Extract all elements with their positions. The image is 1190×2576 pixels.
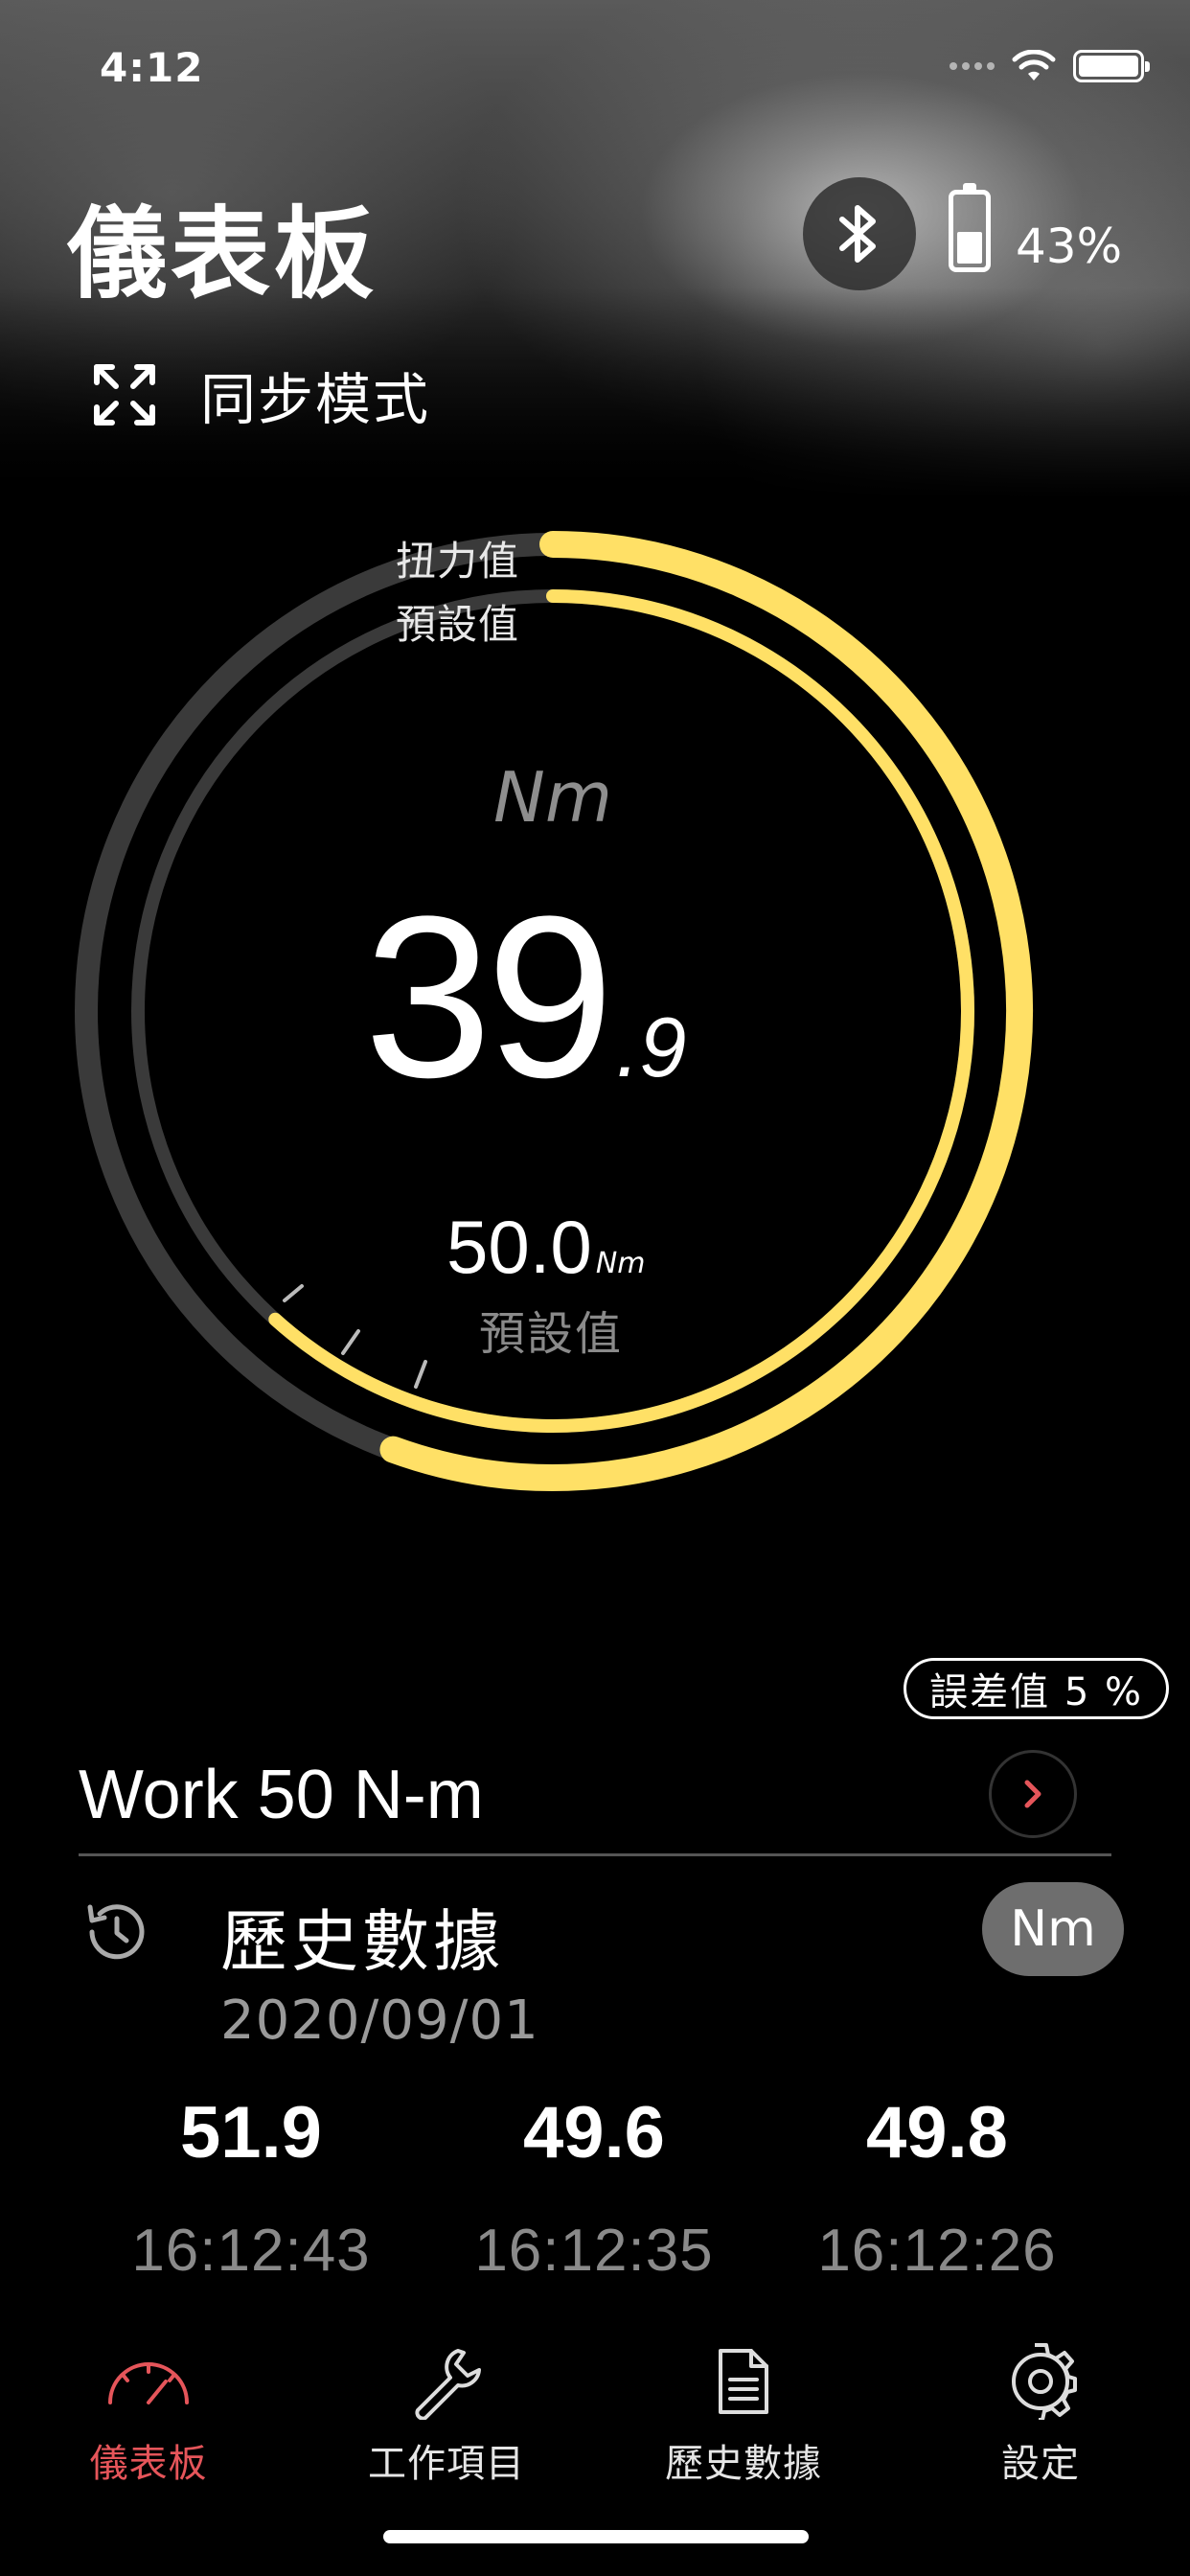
device-battery-icon	[949, 183, 991, 272]
gauge-unit: Nm	[493, 757, 612, 838]
reading-time: 16:12:26	[817, 2218, 1057, 2284]
preset-ring-label: 預設值	[395, 601, 519, 648]
history-date: 2020/09/01	[220, 1990, 539, 2052]
tab-work-items[interactable]: 工作項目	[322, 2338, 571, 2488]
gear-icon	[1012, 2343, 1077, 2420]
torque-reading-integer: 39	[364, 868, 614, 1125]
torque-ring-label: 扭力值	[395, 538, 519, 585]
reading-time: 16:12:43	[131, 2218, 371, 2284]
tab-dashboard[interactable]: 儀表板	[24, 2338, 273, 2488]
phone-battery-icon	[1073, 50, 1150, 82]
tab-label: 設定	[1001, 2442, 1080, 2486]
preset-reading: 50.0 Nm	[446, 1204, 645, 1291]
history-reading: 49.8 16:12:26	[765, 2091, 1110, 2285]
history-reading: 51.9 16:12:43	[79, 2091, 423, 2285]
bluetooth-button[interactable]	[803, 177, 916, 290]
reading-value: 49.6	[523, 2092, 665, 2174]
status-indicators	[950, 50, 1150, 82]
unit-toggle-button[interactable]: Nm	[982, 1882, 1124, 1976]
tab-settings[interactable]: 設定	[916, 2338, 1165, 2488]
status-time: 4:12	[100, 44, 204, 91]
speedometer-icon	[108, 2362, 189, 2404]
chevron-right-icon	[1024, 1780, 1041, 1808]
divider	[79, 1853, 1111, 1856]
cellular-signal-icon	[950, 62, 995, 70]
sync-mode-label: 同步模式	[200, 367, 431, 432]
sync-mode-toggle[interactable]: 同步模式	[91, 355, 430, 435]
torque-reading-decimal: .9	[615, 1000, 687, 1094]
page-title: 儀表板	[67, 196, 378, 312]
device-battery-percent: 43%	[1016, 218, 1123, 274]
preset-unit: Nm	[595, 1247, 646, 1280]
tab-label: 儀表板	[89, 2442, 208, 2486]
torque-reading: 39 .9	[364, 882, 686, 1112]
work-item-open-button[interactable]	[989, 1750, 1077, 1838]
reading-time: 16:12:35	[474, 2218, 714, 2284]
expand-arrows-icon	[94, 364, 155, 426]
preset-value: 50.0	[446, 1205, 592, 1289]
tab-label: 歷史數據	[665, 2442, 822, 2486]
tab-label: 工作項目	[368, 2442, 525, 2486]
wifi-icon	[1012, 50, 1056, 80]
tolerance-badge[interactable]: 誤差值 5 %	[904, 1658, 1169, 1719]
work-item-title[interactable]: Work 50 N-m	[79, 1756, 484, 1834]
reading-value: 51.9	[180, 2092, 322, 2174]
history-reading: 49.6 16:12:35	[422, 2091, 767, 2285]
preset-caption: 預設值	[479, 1307, 624, 1361]
wrench-icon	[415, 2349, 481, 2420]
bluetooth-icon	[839, 205, 876, 263]
history-clock-icon	[87, 1904, 145, 1960]
home-indicator	[383, 2530, 809, 2543]
tab-history[interactable]: 歷史數據	[619, 2338, 868, 2488]
document-icon	[719, 2349, 768, 2414]
reading-value: 49.8	[866, 2092, 1008, 2174]
history-title: 歷史數據	[220, 1902, 504, 1981]
